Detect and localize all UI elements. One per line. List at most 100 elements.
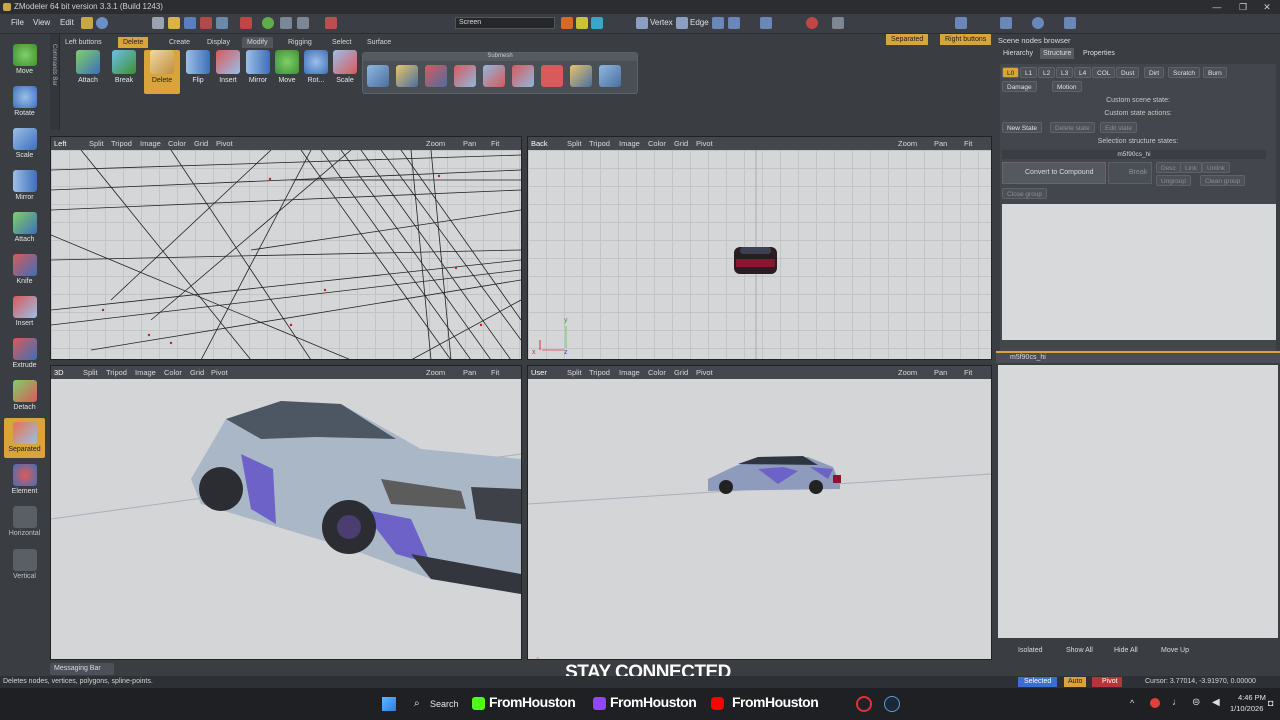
attach-tool[interactable]: Attach (4, 208, 45, 248)
horizontal-tool[interactable]: Horizontal (4, 502, 45, 542)
axis-z-icon[interactable] (591, 17, 603, 29)
commands-bar[interactable]: Commands Bar (50, 34, 60, 130)
right-buttons-tab[interactable]: Right buttons (940, 34, 992, 45)
state-scratch[interactable]: Scratch (1168, 67, 1201, 78)
submesh-grid-icon[interactable] (599, 65, 621, 87)
viewport-name[interactable]: 3D (54, 366, 64, 379)
tab-display[interactable]: Display (202, 37, 235, 48)
tray-app-icon[interactable] (1150, 698, 1160, 708)
pan-button[interactable]: Pan (934, 366, 947, 379)
notifications-icon[interactable]: ◘ (1268, 698, 1273, 708)
separated-toggle[interactable]: Separated (886, 34, 929, 45)
viewport-canvas[interactable]: x z y (528, 150, 991, 359)
viewport-name[interactable]: Left (54, 137, 67, 150)
mirror-button[interactable]: Mirror (244, 50, 272, 94)
tab-modify[interactable]: Modify (242, 37, 273, 48)
state-l2[interactable]: L2 (1038, 67, 1056, 78)
viewport-name[interactable]: Back (531, 137, 548, 150)
options-icon[interactable] (1064, 17, 1076, 29)
globe-icon[interactable] (1032, 17, 1044, 29)
tab-create[interactable]: Create (164, 37, 195, 48)
detach-tool[interactable]: Detach (4, 376, 45, 416)
submesh-merge-icon[interactable] (570, 65, 592, 87)
new-state-button[interactable]: New State (1002, 122, 1042, 133)
windows-start-icon[interactable] (382, 697, 396, 711)
tab-properties[interactable]: Properties (1080, 48, 1118, 59)
zoom-button[interactable]: Zoom (426, 366, 445, 379)
image-menu[interactable]: Image (135, 366, 156, 379)
state-burn[interactable]: Burn (1203, 67, 1227, 78)
edge-mode-icon[interactable] (676, 17, 688, 29)
maximize-button[interactable]: ❐ (1230, 0, 1256, 14)
menu-edit[interactable]: Edit (60, 18, 74, 27)
clock-time[interactable]: 4:46 PM (1238, 693, 1266, 702)
open-folder-icon[interactable] (168, 17, 180, 29)
image-menu[interactable]: Image (140, 137, 161, 150)
image-menu[interactable]: Image (619, 137, 640, 150)
insert-tool[interactable]: Insert (4, 292, 45, 332)
state-l1[interactable]: L1 (1020, 67, 1038, 78)
undo-icon[interactable] (200, 17, 212, 29)
vertex-mode-icon[interactable] (636, 17, 648, 29)
auto-toggle[interactable]: Auto (1064, 677, 1087, 687)
selected-indicator[interactable]: Selected (1018, 677, 1058, 687)
network-icon[interactable]: ⊜ (1192, 697, 1200, 708)
left-buttons-tab[interactable]: Left buttons (60, 37, 107, 48)
viewport-user[interactable]: User Split Tripod Image Color Grid Pivot… (527, 365, 992, 660)
extrude-tool[interactable]: Extrude (4, 334, 45, 374)
menu-file[interactable]: File (11, 18, 24, 27)
rotate-button[interactable]: Rot... (302, 50, 330, 94)
close-button[interactable]: ✕ (1254, 0, 1280, 14)
tripod-menu[interactable]: Tripod (589, 137, 610, 150)
zoom-button[interactable]: Zoom (898, 366, 917, 379)
submesh-knife-icon[interactable] (512, 65, 534, 87)
submesh-select-icon[interactable] (483, 65, 505, 87)
new-file-icon[interactable] (152, 17, 164, 29)
damage-dropdown[interactable]: Damage (1002, 81, 1037, 92)
image-menu[interactable]: Image (619, 366, 640, 379)
move-button[interactable]: Move (273, 50, 301, 94)
move-up-button[interactable]: Move Up (1161, 644, 1189, 658)
split-menu[interactable]: Split (567, 366, 582, 379)
rotate-tool[interactable]: Rotate (4, 82, 45, 122)
isolated-button[interactable]: Isolated (1018, 644, 1043, 658)
pan-button[interactable]: Pan (463, 366, 476, 379)
ungroup-button[interactable]: Ungroup (1156, 175, 1191, 186)
paste-icon[interactable] (297, 17, 309, 29)
submesh-paint-icon[interactable] (396, 65, 418, 87)
state-l0[interactable]: L0 (1002, 67, 1020, 78)
tripod-menu[interactable]: Tripod (111, 137, 132, 150)
state-dirt[interactable]: Dirt (1144, 67, 1165, 78)
save-icon[interactable] (184, 17, 196, 29)
pivot-menu[interactable]: Pivot (696, 366, 713, 379)
desc-button[interactable]: Desc (1156, 162, 1181, 173)
state-l3[interactable]: L3 (1056, 67, 1074, 78)
grid-menu[interactable]: Grid (194, 137, 208, 150)
motion-dropdown[interactable]: Motion (1052, 81, 1082, 92)
unlink-button[interactable]: Unlink (1202, 162, 1231, 173)
split-menu[interactable]: Split (567, 137, 582, 150)
delete-icon[interactable] (325, 17, 337, 29)
knife-tool[interactable]: Knife (4, 250, 45, 290)
state-l4[interactable]: L4 (1074, 67, 1092, 78)
link-button[interactable]: Link (1180, 162, 1202, 173)
viewport-3d[interactable]: 3D Split Tripod Image Color Grid Pivot Z… (50, 365, 522, 660)
pan-button[interactable]: Pan (934, 137, 947, 150)
break-button[interactable]: Break (110, 50, 138, 94)
hide-all-button[interactable]: Hide All (1114, 644, 1138, 658)
grid-menu[interactable]: Grid (674, 137, 688, 150)
grid-menu[interactable]: Grid (674, 366, 688, 379)
split-menu[interactable]: Split (83, 366, 98, 379)
grid-menu[interactable]: Grid (190, 366, 204, 379)
tab-rigging[interactable]: Rigging (283, 37, 317, 48)
microphone-icon[interactable]: ♩ (1172, 697, 1182, 708)
volume-icon[interactable]: ◀ (1212, 697, 1220, 708)
zoom-button[interactable]: Zoom (426, 137, 445, 150)
state-dust[interactable]: Dust (1116, 67, 1140, 78)
fit-button[interactable]: Fit (491, 366, 499, 379)
copy-icon[interactable] (280, 17, 292, 29)
pivot-menu[interactable]: Pivot (216, 137, 233, 150)
submesh-box-icon[interactable] (367, 65, 389, 87)
axis-y-icon[interactable] (576, 17, 588, 29)
viewport-back[interactable]: Back Split Tripod Image Color Grid Pivot… (527, 136, 992, 360)
